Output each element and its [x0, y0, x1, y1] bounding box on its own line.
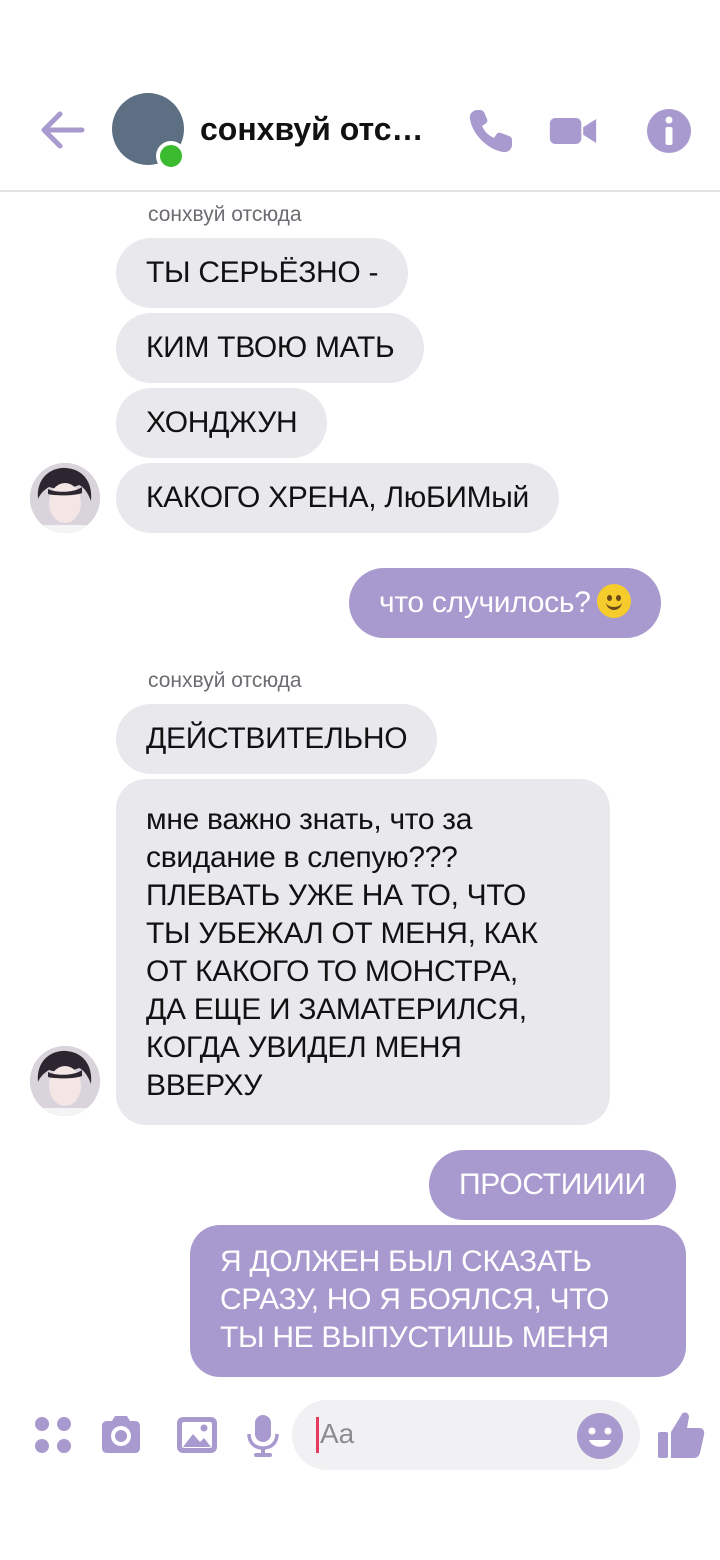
online-status-indicator: [156, 141, 186, 171]
incoming-message-bubble[interactable]: ХОНДЖУН: [116, 388, 328, 458]
sender-name-label: сонхвуй отсюда: [148, 669, 302, 692]
sender-photo: [30, 463, 100, 533]
sender-name-label: сонхвуй отсюда: [148, 203, 302, 226]
message-line: ПЛЕВАТЬ УЖЕ НА ТО, ЧТО: [146, 879, 527, 912]
message-line: ТЫ УБЕЖАЛ ОТ МЕНЯ, КАК: [146, 917, 538, 950]
sender-photo: [30, 1046, 100, 1116]
message-line: КОГДА УВИДЕЛ МЕНЯ: [146, 1031, 462, 1064]
sender-avatar[interactable]: [30, 463, 100, 533]
microphone-icon[interactable]: [240, 1412, 286, 1458]
message-line: ОТ КАКОГО ТО МОНСТРА,: [146, 955, 518, 988]
message-line: ДА ЕЩЕ И ЗАМАТЕРИЛСЯ,: [146, 993, 527, 1026]
gallery-icon[interactable]: [174, 1412, 220, 1458]
contact-name[interactable]: сонхвуй отсюда: [200, 111, 440, 148]
message-line: ТЫ НЕ ВЫПУСТИШЬ МЕНЯ: [220, 1321, 609, 1354]
outgoing-message-bubble[interactable]: Я ДОЛЖЕН БЫЛ СКАЗАТЬ СРАЗУ, НО Я БОЯЛСЯ,…: [190, 1225, 686, 1377]
message-line: ВВЕРХУ: [146, 1069, 262, 1102]
outgoing-message-bubble[interactable]: что случилось?: [349, 568, 661, 638]
apps-grid-icon[interactable]: [30, 1412, 76, 1458]
sender-avatar[interactable]: [30, 1046, 100, 1116]
camera-icon[interactable]: [98, 1412, 144, 1458]
message-line: свидание в слепую???: [146, 841, 458, 874]
message-line: мне важно знать, что за: [146, 803, 473, 836]
incoming-message-bubble[interactable]: КИМ ТВОЮ МАТЬ: [116, 313, 425, 383]
phone-icon[interactable]: [466, 106, 516, 156]
slightly-smiling-face-icon: [596, 584, 631, 618]
message-line: СРАЗУ, НО Я БОЯЛСЯ, ЧТО: [220, 1283, 609, 1316]
thumbs-up-icon[interactable]: [656, 1410, 706, 1460]
text-cursor: [316, 1417, 319, 1453]
emoji-icon[interactable]: [576, 1412, 624, 1460]
chat-header: сонхвуй отсюда: [0, 0, 720, 192]
incoming-message-bubble[interactable]: ТЫ СЕРЬЁЗНО -: [116, 238, 409, 308]
message-text: что случилось?: [379, 586, 591, 619]
info-icon[interactable]: [644, 106, 694, 156]
back-arrow-icon[interactable]: [38, 108, 86, 152]
video-camera-icon[interactable]: [548, 106, 598, 156]
incoming-message-bubble[interactable]: ДЕЙСТВИТЕЛЬНО: [116, 704, 438, 774]
message-line: Я ДОЛЖЕН БЫЛ СКАЗАТЬ: [220, 1245, 592, 1278]
message-input-placeholder: Aa: [320, 1418, 355, 1449]
message-composer: Aa: [0, 1390, 720, 1490]
outgoing-message-bubble[interactable]: ПРОСТИИИИ: [429, 1150, 676, 1220]
incoming-message-bubble[interactable]: КАКОГО ХРЕНА, ЛюБИМый: [116, 463, 560, 533]
incoming-message-bubble[interactable]: мне важно знать, что за свидание в слепу…: [116, 779, 610, 1125]
